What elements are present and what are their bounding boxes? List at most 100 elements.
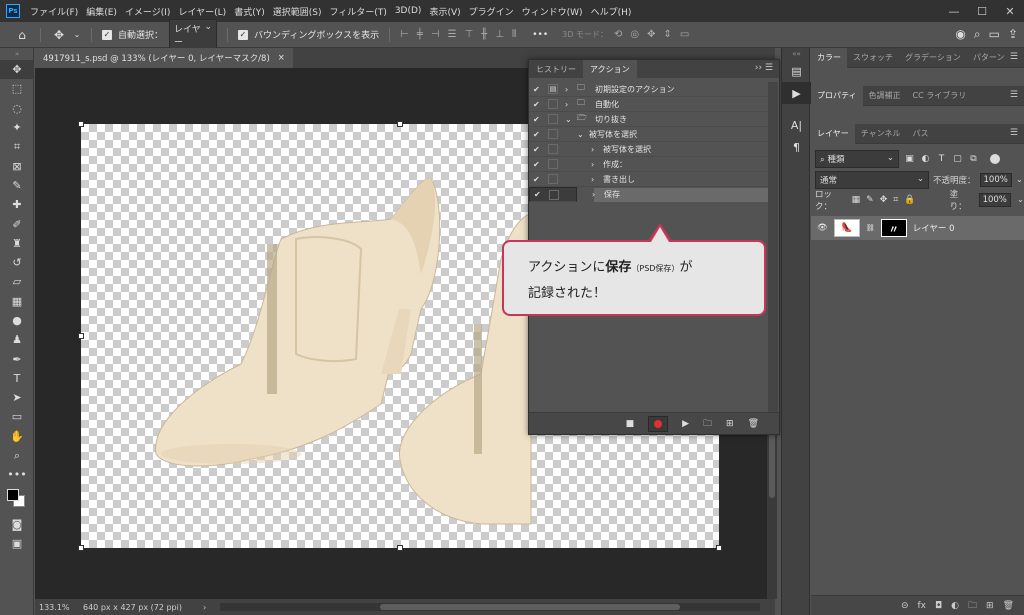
chevron-down-icon[interactable]: ⌄ bbox=[73, 30, 81, 39]
eyedropper-icon[interactable]: ✎ bbox=[0, 176, 34, 195]
foreground-color-swatch[interactable] bbox=[7, 488, 19, 501]
list-item[interactable]: ✔ › 被写体を選択 bbox=[529, 142, 769, 157]
expand-arrow-icon[interactable]: › bbox=[565, 85, 568, 94]
workspace-icon[interactable]: ▭ bbox=[989, 27, 1000, 42]
toggle-check-icon[interactable]: ✔ bbox=[533, 145, 543, 154]
maximize-icon[interactable]: ☐ bbox=[968, 0, 996, 22]
record-button[interactable] bbox=[648, 415, 669, 432]
adjustment-layer-icon[interactable]: ◐ bbox=[951, 601, 959, 611]
gradient-tool-icon[interactable]: ▦ bbox=[0, 292, 34, 311]
minimize-icon[interactable]: — bbox=[940, 0, 968, 22]
align-top-icon[interactable]: ⊤ bbox=[465, 29, 474, 40]
stop-icon[interactable]: ■ bbox=[626, 419, 635, 429]
layer-row[interactable]: 👁 👠 ⛓ 〃 レイヤー 0 bbox=[811, 216, 1024, 240]
panel-menu-icon[interactable]: ☰ bbox=[1010, 128, 1018, 138]
close-tab-icon[interactable]: × bbox=[278, 53, 285, 63]
panel-menu-icon[interactable]: ☰ bbox=[1010, 52, 1018, 62]
layer-filter-dropdown[interactable]: ⌕ 種類 ⌄ bbox=[815, 150, 899, 168]
filter-smart-object-icon[interactable]: ⧉ bbox=[968, 154, 979, 164]
panel-menu-icon[interactable]: ☰ bbox=[1010, 90, 1018, 100]
toggle-check-icon[interactable]: ✔ bbox=[534, 190, 544, 199]
filter-shape-icon[interactable]: ▢ bbox=[952, 154, 963, 164]
panel-scrollbar[interactable] bbox=[768, 82, 778, 412]
menu-image[interactable]: イメージ(I) bbox=[121, 5, 175, 18]
opacity-input[interactable]: 100% bbox=[979, 173, 1012, 187]
history-panel-icon[interactable]: ▤ bbox=[782, 60, 811, 82]
dialog-toggle[interactable] bbox=[548, 144, 558, 154]
dialog-toggle[interactable] bbox=[548, 174, 558, 184]
move-tool-icon[interactable]: ✥ bbox=[0, 60, 34, 80]
stamp-tool-icon[interactable]: ♜ bbox=[0, 234, 34, 253]
auto-select-checkbox[interactable]: ✓ bbox=[102, 29, 112, 40]
tab-channels[interactable]: チャンネル bbox=[855, 124, 907, 144]
distribute-vertical-icon[interactable]: ⫴ bbox=[512, 29, 516, 40]
new-layer-icon[interactable]: ⊞ bbox=[986, 601, 994, 611]
menu-layer[interactable]: レイヤー(L) bbox=[174, 5, 230, 18]
dialog-toggle[interactable] bbox=[548, 159, 558, 169]
trash-icon[interactable]: 🗑 bbox=[1003, 601, 1014, 611]
collapse-icon[interactable]: «« bbox=[782, 48, 811, 60]
home-icon[interactable]: ⌂ bbox=[14, 28, 30, 42]
toggle-check-icon[interactable]: ✔ bbox=[533, 175, 543, 184]
align-bottom-icon[interactable]: ⊥ bbox=[495, 29, 504, 40]
tab-adjustments[interactable]: 色調補正 bbox=[863, 86, 907, 106]
transform-handle[interactable] bbox=[716, 545, 722, 551]
list-item[interactable]: ✔ ▤ › 🗀 初期設定のアクション bbox=[529, 82, 769, 97]
toggle-check-icon[interactable]: ✔ bbox=[533, 160, 543, 169]
share-icon[interactable]: ⇪ bbox=[1008, 27, 1018, 42]
transform-handle[interactable] bbox=[78, 545, 84, 551]
type-tool-icon[interactable]: T bbox=[0, 369, 34, 388]
tab-libraries[interactable]: CC ライブラリ bbox=[907, 86, 973, 106]
play-icon[interactable]: ▶ bbox=[682, 419, 689, 429]
align-right-icon[interactable]: ⊣ bbox=[431, 29, 440, 40]
auto-select-target-dropdown[interactable]: レイヤー ⌄ bbox=[169, 18, 218, 51]
tab-layers[interactable]: レイヤー bbox=[811, 123, 855, 144]
new-group-icon[interactable]: 🗀 bbox=[968, 598, 977, 614]
bounding-box-checkbox[interactable]: ✓ bbox=[238, 29, 249, 40]
pan-3d-icon[interactable]: ✥ bbox=[647, 29, 655, 40]
dialog-toggle[interactable] bbox=[548, 129, 558, 139]
zoom-level[interactable]: 133.1% bbox=[35, 603, 83, 612]
add-mask-icon[interactable]: ◘ bbox=[935, 601, 942, 611]
transform-handle[interactable] bbox=[78, 121, 84, 127]
transform-handle[interactable] bbox=[397, 545, 403, 551]
crop-tool-icon[interactable]: ⌗ bbox=[0, 137, 34, 156]
tab-swatches[interactable]: スウォッチ bbox=[847, 48, 899, 68]
align-center-icon[interactable]: ╪ bbox=[417, 29, 423, 40]
dialog-toggle[interactable] bbox=[548, 114, 558, 124]
more-options-button[interactable]: ••• bbox=[532, 30, 548, 40]
filter-type-icon[interactable]: T bbox=[936, 154, 947, 164]
dodge-tool-icon[interactable]: ♟ bbox=[0, 330, 34, 349]
character-panel-icon[interactable]: A| bbox=[782, 114, 811, 136]
roll-3d-icon[interactable]: ◎ bbox=[630, 29, 639, 40]
chevron-down-icon[interactable]: ⌄ bbox=[1017, 195, 1024, 205]
menu-filter[interactable]: フィルター(T) bbox=[325, 5, 390, 18]
frame-tool-icon[interactable]: ⊠ bbox=[0, 156, 34, 175]
lock-all-icon[interactable]: 🔒 bbox=[904, 195, 915, 205]
horizontal-scrollbar[interactable] bbox=[220, 603, 760, 611]
menu-view[interactable]: 表示(V) bbox=[425, 5, 464, 18]
more-tools-icon[interactable]: ••• bbox=[0, 465, 34, 484]
new-set-icon[interactable]: 🗀 bbox=[703, 416, 712, 432]
screen-mode-icon[interactable]: ▣ bbox=[0, 534, 34, 553]
blur-tool-icon[interactable]: ● bbox=[0, 311, 34, 330]
align-left-icon[interactable]: ⊢ bbox=[400, 29, 409, 40]
magic-wand-icon[interactable]: ✦ bbox=[0, 118, 34, 137]
chevron-down-icon[interactable]: ⌄ bbox=[1016, 175, 1023, 185]
paragraph-panel-icon[interactable]: ¶ bbox=[782, 136, 811, 158]
healing-brush-icon[interactable]: ✚ bbox=[0, 195, 34, 214]
transform-handle[interactable] bbox=[78, 333, 84, 339]
expand-arrow-icon[interactable]: › bbox=[591, 160, 594, 169]
layer-mask-thumbnail[interactable]: 〃 bbox=[880, 219, 907, 237]
filter-adjustment-icon[interactable]: ◐ bbox=[920, 154, 931, 164]
fill-input[interactable]: 100% bbox=[978, 193, 1011, 207]
list-item[interactable]: ✔ ⌄ 被写体を選択 bbox=[529, 127, 769, 142]
blend-mode-dropdown[interactable]: 通常 ⌄ bbox=[815, 171, 929, 189]
tab-history[interactable]: ヒストリー bbox=[529, 60, 583, 78]
dialog-toggle[interactable] bbox=[549, 189, 559, 200]
expand-arrow-icon[interactable]: › bbox=[591, 175, 594, 184]
orbit-3d-icon[interactable]: ⟲ bbox=[614, 29, 622, 40]
dialog-toggle[interactable] bbox=[548, 99, 558, 109]
fx-icon[interactable]: fx bbox=[918, 601, 927, 611]
tab-paths[interactable]: パス bbox=[907, 124, 935, 144]
